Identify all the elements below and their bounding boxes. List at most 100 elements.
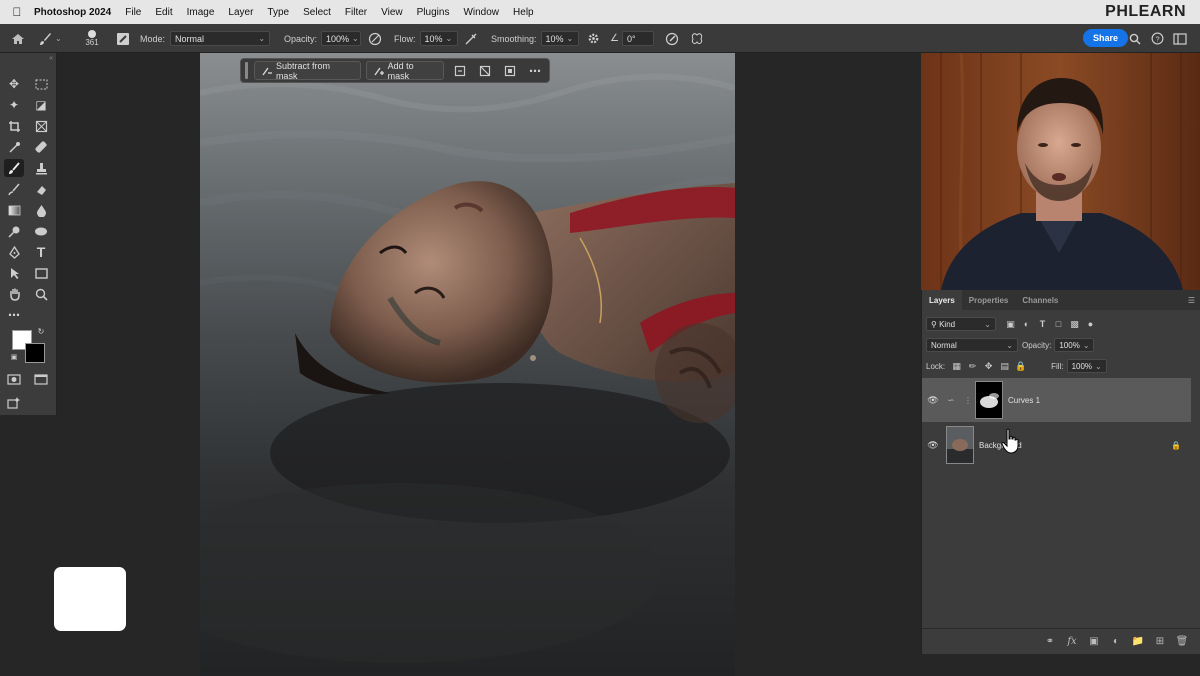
more-options-icon[interactable]: ⋯ xyxy=(524,61,546,80)
lock-transparency-icon[interactable]: ▦ xyxy=(950,360,963,373)
new-layer-icon[interactable]: ⊞ xyxy=(1149,636,1171,647)
brush-preset-picker[interactable]: ⌄ xyxy=(38,24,68,53)
filter-kind-select[interactable]: ⚲ Kind ⌄ xyxy=(926,317,996,331)
mask-options-icon[interactable] xyxy=(449,61,471,80)
fill-input[interactable]: 100% ⌄ xyxy=(1066,359,1107,373)
layer-name[interactable]: Curves 1 xyxy=(1008,396,1040,405)
adjustment-layer-icon[interactable]: ◐ xyxy=(1105,636,1127,647)
layer-thumbnail[interactable] xyxy=(946,426,974,464)
menu-window[interactable]: Window xyxy=(463,7,499,18)
filter-smart-object-icon[interactable]: ▩ xyxy=(1068,318,1081,331)
menu-filter[interactable]: Filter xyxy=(345,7,367,18)
type-icon[interactable]: T xyxy=(31,243,51,261)
eye-icon[interactable]: 👁 xyxy=(922,395,944,406)
filter-pixel-icon[interactable]: ▣ xyxy=(1004,318,1017,331)
gradient-icon[interactable] xyxy=(4,201,24,219)
help-icon[interactable]: ? xyxy=(1151,24,1167,53)
trash-icon[interactable]: 🗑 xyxy=(1171,636,1193,647)
menu-image[interactable]: Image xyxy=(187,7,215,18)
eye-icon[interactable]: 👁 xyxy=(922,440,944,451)
move-icon[interactable]: ✥ xyxy=(4,75,24,93)
menu-view[interactable]: View xyxy=(381,7,403,18)
airbrush-icon[interactable] xyxy=(464,24,482,53)
opacity-input[interactable]: 100% ⌄ xyxy=(321,31,362,46)
menu-edit[interactable]: Edit xyxy=(155,7,172,18)
tab-properties[interactable]: Properties xyxy=(962,290,1016,310)
gear-icon[interactable] xyxy=(587,24,603,53)
path-select-icon[interactable] xyxy=(4,264,24,282)
menu-select[interactable]: Select xyxy=(303,7,331,18)
default-colors-icon[interactable]: ▣ xyxy=(8,351,20,363)
brush-size-picker[interactable]: 361 xyxy=(78,24,106,53)
eraser-icon[interactable] xyxy=(31,180,51,198)
symmetry-icon[interactable] xyxy=(690,24,708,53)
document-image[interactable] xyxy=(200,53,735,676)
menu-type[interactable]: Type xyxy=(267,7,289,18)
filter-toggle-icon[interactable]: ● xyxy=(1084,318,1097,331)
angle-input[interactable]: 0° xyxy=(621,31,654,46)
chain-link-icon[interactable]: ⋮ xyxy=(964,396,972,405)
dodge-icon[interactable] xyxy=(4,222,24,240)
smoothing-input[interactable]: 10% ⌄ xyxy=(540,31,579,46)
home-icon[interactable] xyxy=(8,24,28,53)
brush-icon[interactable] xyxy=(4,159,24,177)
layer-row-curves[interactable]: 👁 ∽ ⋮ Curves 1 xyxy=(922,378,1191,422)
history-brush-icon[interactable] xyxy=(4,180,24,198)
menu-plugins[interactable]: Plugins xyxy=(417,7,450,18)
menu-layer[interactable]: Layer xyxy=(228,7,253,18)
swap-colors-icon[interactable]: ↻ xyxy=(35,325,47,337)
add-mask-icon[interactable]: ▣ xyxy=(1083,636,1105,647)
healing-brush-icon[interactable] xyxy=(31,138,51,156)
eyedropper-icon[interactable] xyxy=(4,138,24,156)
zoom-icon[interactable] xyxy=(31,285,51,303)
generative-icon[interactable] xyxy=(4,393,24,411)
menu-file[interactable]: File xyxy=(125,7,141,18)
lock-position-icon[interactable]: ✥ xyxy=(982,360,995,373)
clone-stamp-icon[interactable] xyxy=(31,159,51,177)
rectangle-icon[interactable] xyxy=(31,264,51,282)
mode-select[interactable]: Normal ⌄ xyxy=(170,31,271,46)
panel-menu-icon[interactable]: ☰ xyxy=(1188,296,1195,305)
lock-pixels-icon[interactable]: ✏ xyxy=(966,360,979,373)
screen-mode-icon[interactable] xyxy=(31,370,51,388)
tab-layers[interactable]: Layers xyxy=(922,290,962,310)
sponge-icon[interactable] xyxy=(31,222,51,240)
app-menu[interactable]: Photoshop 2024 xyxy=(34,7,111,18)
layer-opacity-input[interactable]: 100% ⌄ xyxy=(1054,338,1095,352)
menu-help[interactable]: Help xyxy=(513,7,534,18)
layer-row-background[interactable]: 👁 Background 🔒 xyxy=(922,423,1191,467)
brush-settings-icon[interactable] xyxy=(116,24,132,53)
flow-input[interactable]: 10% ⌄ xyxy=(419,31,458,46)
link-layers-icon[interactable]: ⚭ xyxy=(1039,636,1061,647)
disable-mask-icon[interactable] xyxy=(474,61,496,80)
blur-icon[interactable] xyxy=(31,201,51,219)
share-button[interactable]: Share xyxy=(1083,29,1129,47)
invert-mask-icon[interactable] xyxy=(499,61,521,80)
filter-shape-icon[interactable]: □ xyxy=(1052,318,1065,331)
filter-adjustment-icon[interactable]: ◐ xyxy=(1020,318,1033,331)
layer-mask-thumbnail[interactable] xyxy=(975,381,1003,419)
lock-artboard-icon[interactable]: ▤ xyxy=(998,360,1011,373)
apple-icon[interactable]:  xyxy=(0,5,34,19)
drag-handle[interactable] xyxy=(245,62,248,79)
tab-channels[interactable]: Channels xyxy=(1015,290,1065,310)
lock-icon[interactable]: 🔒 xyxy=(1014,360,1027,373)
crop-icon[interactable] xyxy=(4,117,24,135)
background-color-swatch[interactable] xyxy=(25,343,45,363)
workspace-icon[interactable] xyxy=(1173,24,1193,53)
pressure-size-icon[interactable] xyxy=(665,24,683,53)
quick-select-icon[interactable]: ◪ xyxy=(31,96,51,114)
object-select-icon[interactable]: ✦ xyxy=(4,96,24,114)
add-to-mask-button[interactable]: Add to mask xyxy=(365,61,445,81)
blend-mode-select[interactable]: Normal ⌄ xyxy=(926,338,1018,352)
quick-mask-icon[interactable] xyxy=(4,370,24,388)
pen-icon[interactable] xyxy=(4,243,24,261)
new-group-icon[interactable]: 📁 xyxy=(1127,636,1149,647)
hand-icon[interactable] xyxy=(4,285,24,303)
marquee-icon[interactable] xyxy=(31,75,51,93)
panel-collapse-icon[interactable]: « xyxy=(0,55,57,63)
more-tools-icon[interactable]: ⋯ xyxy=(4,306,24,324)
subtract-from-mask-button[interactable]: Subtract from mask xyxy=(253,61,361,81)
search-icon[interactable] xyxy=(1129,24,1145,53)
fx-icon[interactable]: fx xyxy=(1061,636,1083,647)
